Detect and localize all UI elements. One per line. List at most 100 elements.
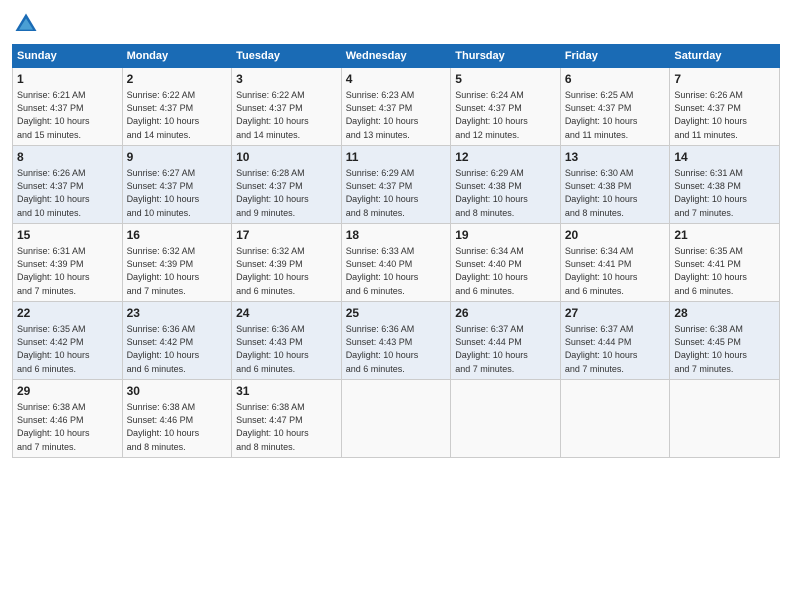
day-info: Sunrise: 6:30 AM Sunset: 4:38 PM Dayligh… [565,168,638,218]
day-info: Sunrise: 6:35 AM Sunset: 4:42 PM Dayligh… [17,324,90,374]
calendar-cell: 5 Sunrise: 6:24 AM Sunset: 4:37 PM Daylig… [451,68,561,146]
day-info: Sunrise: 6:34 AM Sunset: 4:41 PM Dayligh… [565,246,638,296]
calendar-cell [341,379,451,457]
day-number: 3 [236,71,337,88]
day-number: 29 [17,383,118,400]
calendar-cell: 24 Sunrise: 6:36 AM Sunset: 4:43 PM Dayli… [232,301,342,379]
day-number: 27 [565,305,666,322]
day-info: Sunrise: 6:26 AM Sunset: 4:37 PM Dayligh… [674,90,747,140]
day-info: Sunrise: 6:35 AM Sunset: 4:41 PM Dayligh… [674,246,747,296]
day-info: Sunrise: 6:32 AM Sunset: 4:39 PM Dayligh… [236,246,309,296]
calendar-cell: 15 Sunrise: 6:31 AM Sunset: 4:39 PM Dayli… [13,223,123,301]
day-info: Sunrise: 6:36 AM Sunset: 4:42 PM Dayligh… [127,324,200,374]
day-number: 28 [674,305,775,322]
day-info: Sunrise: 6:36 AM Sunset: 4:43 PM Dayligh… [236,324,309,374]
week-row-5: 29 Sunrise: 6:38 AM Sunset: 4:46 PM Dayli… [13,379,780,457]
week-row-3: 15 Sunrise: 6:31 AM Sunset: 4:39 PM Dayli… [13,223,780,301]
day-number: 4 [346,71,447,88]
calendar-cell: 4 Sunrise: 6:23 AM Sunset: 4:37 PM Daylig… [341,68,451,146]
calendar-cell: 26 Sunrise: 6:37 AM Sunset: 4:44 PM Dayli… [451,301,561,379]
day-number: 31 [236,383,337,400]
day-number: 10 [236,149,337,166]
calendar-cell: 13 Sunrise: 6:30 AM Sunset: 4:38 PM Dayli… [560,145,670,223]
day-number: 24 [236,305,337,322]
day-number: 5 [455,71,556,88]
day-info: Sunrise: 6:29 AM Sunset: 4:37 PM Dayligh… [346,168,419,218]
day-info: Sunrise: 6:32 AM Sunset: 4:39 PM Dayligh… [127,246,200,296]
calendar-cell: 31Sunrise: 6:38 AM Sunset: 4:47 PM Dayli… [232,379,342,457]
week-row-4: 22 Sunrise: 6:35 AM Sunset: 4:42 PM Dayli… [13,301,780,379]
day-info: Sunrise: 6:22 AM Sunset: 4:37 PM Dayligh… [127,90,200,140]
day-number: 22 [17,305,118,322]
day-info: Sunrise: 6:23 AM Sunset: 4:37 PM Dayligh… [346,90,419,140]
calendar-cell: 21Sunrise: 6:35 AM Sunset: 4:41 PM Dayli… [670,223,780,301]
calendar-cell: 12Sunrise: 6:29 AM Sunset: 4:38 PM Dayli… [451,145,561,223]
calendar-cell: 1Sunrise: 6:21 AM Sunset: 4:37 PM Daylig… [13,68,123,146]
day-number: 19 [455,227,556,244]
col-header-thursday: Thursday [451,45,561,68]
col-header-friday: Friday [560,45,670,68]
calendar-cell: 28 Sunrise: 6:38 AM Sunset: 4:45 PM Dayli… [670,301,780,379]
day-number: 26 [455,305,556,322]
day-info: Sunrise: 6:38 AM Sunset: 4:46 PM Dayligh… [127,402,200,452]
day-info: Sunrise: 6:31 AM Sunset: 4:39 PM Dayligh… [17,246,90,296]
day-info: Sunrise: 6:36 AM Sunset: 4:43 PM Dayligh… [346,324,419,374]
calendar-cell: 7 Sunrise: 6:26 AM Sunset: 4:37 PM Daylig… [670,68,780,146]
day-number: 13 [565,149,666,166]
calendar-cell [670,379,780,457]
page: SundayMondayTuesdayWednesdayThursdayFrid… [0,0,792,612]
day-info: Sunrise: 6:27 AM Sunset: 4:37 PM Dayligh… [127,168,200,218]
calendar-cell [451,379,561,457]
col-header-sunday: Sunday [13,45,123,68]
day-info: Sunrise: 6:38 AM Sunset: 4:45 PM Dayligh… [674,324,747,374]
header-row: SundayMondayTuesdayWednesdayThursdayFrid… [13,45,780,68]
day-info: Sunrise: 6:37 AM Sunset: 4:44 PM Dayligh… [455,324,528,374]
calendar-cell: 25 Sunrise: 6:36 AM Sunset: 4:43 PM Dayli… [341,301,451,379]
calendar-cell: 22 Sunrise: 6:35 AM Sunset: 4:42 PM Dayli… [13,301,123,379]
calendar-cell: 16 Sunrise: 6:32 AM Sunset: 4:39 PM Dayli… [122,223,232,301]
day-number: 7 [674,71,775,88]
day-number: 12 [455,149,556,166]
calendar-cell: 18Sunrise: 6:33 AM Sunset: 4:40 PM Dayli… [341,223,451,301]
day-info: Sunrise: 6:21 AM Sunset: 4:37 PM Dayligh… [17,90,90,140]
day-number: 11 [346,149,447,166]
calendar-cell: 20 Sunrise: 6:34 AM Sunset: 4:41 PM Dayli… [560,223,670,301]
day-info: Sunrise: 6:37 AM Sunset: 4:44 PM Dayligh… [565,324,638,374]
logo-icon [12,10,40,38]
calendar-cell: 2Sunrise: 6:22 AM Sunset: 4:37 PM Daylig… [122,68,232,146]
day-number: 14 [674,149,775,166]
calendar-cell: 3 Sunrise: 6:22 AM Sunset: 4:37 PM Daylig… [232,68,342,146]
week-row-1: 1Sunrise: 6:21 AM Sunset: 4:37 PM Daylig… [13,68,780,146]
calendar-cell: 10 Sunrise: 6:28 AM Sunset: 4:37 PM Dayli… [232,145,342,223]
calendar-cell: 17Sunrise: 6:32 AM Sunset: 4:39 PM Dayli… [232,223,342,301]
calendar-cell: 9 Sunrise: 6:27 AM Sunset: 4:37 PM Daylig… [122,145,232,223]
col-header-monday: Monday [122,45,232,68]
calendar-cell: 19 Sunrise: 6:34 AM Sunset: 4:40 PM Dayli… [451,223,561,301]
day-info: Sunrise: 6:28 AM Sunset: 4:37 PM Dayligh… [236,168,309,218]
calendar-cell: 8Sunrise: 6:26 AM Sunset: 4:37 PM Daylig… [13,145,123,223]
day-info: Sunrise: 6:31 AM Sunset: 4:38 PM Dayligh… [674,168,747,218]
day-number: 20 [565,227,666,244]
header [12,10,780,38]
day-number: 15 [17,227,118,244]
col-header-tuesday: Tuesday [232,45,342,68]
day-number: 16 [127,227,228,244]
col-header-wednesday: Wednesday [341,45,451,68]
day-info: Sunrise: 6:24 AM Sunset: 4:37 PM Dayligh… [455,90,528,140]
calendar-cell: 6Sunrise: 6:25 AM Sunset: 4:37 PM Daylig… [560,68,670,146]
calendar-cell: 14 Sunrise: 6:31 AM Sunset: 4:38 PM Dayli… [670,145,780,223]
logo [12,10,44,38]
day-info: Sunrise: 6:38 AM Sunset: 4:46 PM Dayligh… [17,402,90,452]
day-number: 25 [346,305,447,322]
day-info: Sunrise: 6:34 AM Sunset: 4:40 PM Dayligh… [455,246,528,296]
day-info: Sunrise: 6:22 AM Sunset: 4:37 PM Dayligh… [236,90,309,140]
day-number: 9 [127,149,228,166]
day-number: 23 [127,305,228,322]
calendar-cell: 30 Sunrise: 6:38 AM Sunset: 4:46 PM Dayli… [122,379,232,457]
day-info: Sunrise: 6:25 AM Sunset: 4:37 PM Dayligh… [565,90,638,140]
calendar-cell: 23 Sunrise: 6:36 AM Sunset: 4:42 PM Dayli… [122,301,232,379]
calendar-cell: 11 Sunrise: 6:29 AM Sunset: 4:37 PM Dayli… [341,145,451,223]
calendar-cell: 27 Sunrise: 6:37 AM Sunset: 4:44 PM Dayli… [560,301,670,379]
day-number: 30 [127,383,228,400]
calendar-table: SundayMondayTuesdayWednesdayThursdayFrid… [12,44,780,458]
